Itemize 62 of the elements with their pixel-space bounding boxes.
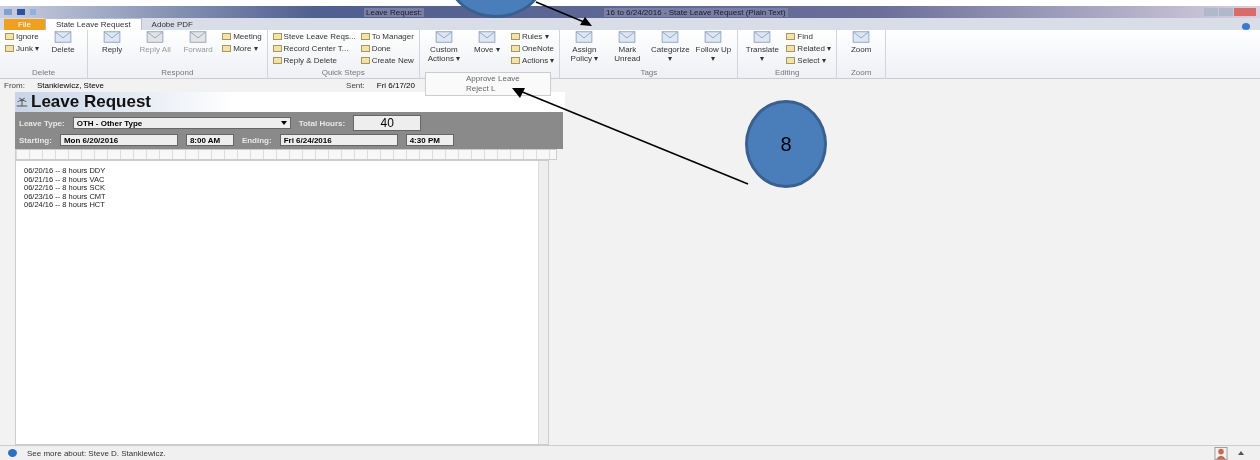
input-field[interactable]: Mon 6/20/2016 — [59, 134, 178, 146]
ribbon-button[interactable]: Related ▾ — [785, 42, 833, 54]
ribbon-button[interactable]: Move ▾ — [466, 30, 507, 68]
ribbon-tab[interactable]: State Leave Request — [44, 18, 142, 30]
ribbon-button[interactable]: To Manager — [359, 30, 415, 42]
sender-name: Stankiewicz, Steve — [36, 81, 105, 90]
ribbon-button[interactable]: Find — [785, 30, 833, 42]
info-icon — [8, 449, 17, 457]
group-label: Editing — [774, 68, 801, 78]
input-field[interactable]: 4:30 PM — [405, 134, 454, 146]
close-button[interactable] — [1234, 8, 1256, 16]
ribbon-button[interactable]: Done — [359, 42, 415, 54]
group-label: Tags — [639, 68, 659, 78]
scroll-bar[interactable] — [538, 161, 548, 444]
ribbon-button[interactable]: Ignore — [4, 30, 41, 42]
ribbon-button[interactable]: Actions ▾ — [509, 54, 556, 66]
arrow — [535, 1, 592, 26]
window-title: Leave Request: — [364, 7, 425, 17]
ribbon-button[interactable]: More ▾ — [221, 42, 263, 54]
caret-icon — [280, 121, 287, 125]
palm-icon — [15, 96, 29, 108]
menu-item[interactable]: Approve Leave — [466, 74, 520, 84]
group-label: Quick Steps — [320, 68, 366, 78]
sent-date: Fri 6/17/20 — [376, 81, 415, 90]
from-label: From: — [4, 81, 25, 90]
input-field[interactable]: 40 — [353, 115, 422, 131]
ribbon-button[interactable]: Delete — [43, 30, 84, 68]
ribbon-button[interactable]: Select ▾ — [785, 54, 833, 66]
group-label: Zoom — [849, 68, 873, 78]
ribbon-button[interactable]: Translate ▾ — [742, 30, 783, 68]
status-text: See more about: Steve D. Stankiewicz. — [27, 448, 166, 458]
ribbon-button[interactable]: Reply & Delete — [271, 54, 357, 66]
field-label: Total Hours: — [298, 118, 346, 128]
input-field[interactable]: Fri 6/24/2016 — [279, 134, 398, 146]
ribbon-button[interactable]: Zoom — [841, 30, 882, 68]
ribbon-button[interactable]: Follow Up ▾ — [693, 30, 734, 68]
field-label: Starting: — [19, 135, 52, 145]
ribbon-button[interactable]: Create New — [359, 54, 415, 66]
ribbon-tab[interactable]: Adobe PDF — [141, 19, 203, 30]
ribbon-button[interactable]: OneNote — [509, 42, 556, 54]
ribbon-button[interactable]: Reply — [92, 30, 133, 68]
help-icon[interactable] — [1242, 23, 1250, 30]
sent-label: Sent: — [346, 81, 365, 90]
ribbon-button[interactable]: Custom Actions ▾ — [423, 30, 464, 68]
group-label: Delete — [31, 68, 57, 78]
ribbon-button[interactable]: Junk ▾ — [4, 42, 41, 54]
leave-type-dropdown[interactable]: OTH - Other Type — [72, 117, 291, 129]
ribbon-button[interactable]: Mark Unread — [607, 30, 648, 68]
expand-icon[interactable] — [1238, 451, 1244, 455]
field-label: Ending: — [241, 135, 272, 145]
window-title: 16 to 6/24/2016 - State Leave Request (Plain Text) — [604, 7, 788, 17]
input-field[interactable]: 8:00 AM — [185, 134, 234, 146]
field-label: Leave Type: — [19, 118, 65, 128]
ribbon-button[interactable]: Categorize ▾ — [650, 30, 691, 68]
form-title: Leave Request — [31, 92, 151, 112]
ribbon-button[interactable]: Rules ▾ — [509, 30, 556, 42]
ribbon-button[interactable]: Meeting — [221, 30, 263, 42]
ribbon-button[interactable]: Record Center T... — [271, 42, 357, 54]
menu-item[interactable]: Reject L — [466, 84, 496, 94]
group-label: Respond — [160, 68, 195, 78]
ribbon-button[interactable]: Assign Policy ▾ — [564, 30, 605, 68]
ribbon-button[interactable]: Steve Leave Reqs... — [271, 30, 357, 42]
